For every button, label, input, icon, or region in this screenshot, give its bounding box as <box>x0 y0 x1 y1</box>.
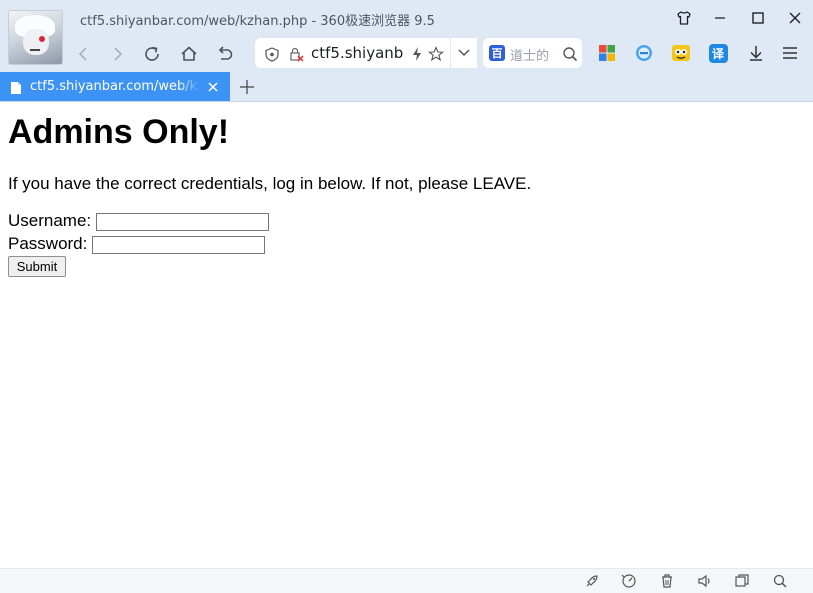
intro-text: If you have the correct credentials, log… <box>8 174 532 193</box>
speed-test-icon[interactable] <box>621 573 637 589</box>
tab-label: ctf5.shiyanbar.com/web/kzhan.php <box>30 79 198 94</box>
submit-button[interactable]: Submit <box>8 256 66 277</box>
password-field[interactable] <box>92 235 266 254</box>
document-icon <box>10 80 22 94</box>
user-avatar[interactable] <box>8 10 63 65</box>
username-label: Username: <box>8 211 92 230</box>
minimize-button[interactable] <box>707 7 733 29</box>
address-bar[interactable]: ctf5.shiyanb <box>255 38 475 68</box>
shield-icon[interactable] <box>264 46 280 62</box>
download-icon[interactable] <box>746 43 766 63</box>
skin-icon[interactable] <box>671 7 697 29</box>
lightning-icon[interactable] <box>409 46 425 62</box>
undo-close-button[interactable] <box>212 41 238 67</box>
page-heading: Admins Only! <box>8 113 230 151</box>
window-icon[interactable] <box>734 573 750 589</box>
new-tab-button[interactable] <box>238 78 256 96</box>
baidu-icon[interactable]: 百 <box>489 45 505 61</box>
username-row: Username: <box>8 211 269 231</box>
search-icon[interactable] <box>562 46 578 62</box>
password-label: Password: <box>8 234 88 253</box>
tab-close-icon[interactable] <box>206 79 220 93</box>
forward-button[interactable] <box>104 41 130 67</box>
zoom-icon[interactable] <box>772 573 788 589</box>
trash-icon[interactable] <box>659 573 675 589</box>
apps-grid-icon[interactable] <box>597 43 617 63</box>
password-row: Password: <box>8 234 266 254</box>
rocket-icon[interactable] <box>584 573 600 589</box>
home-button[interactable] <box>176 41 202 67</box>
username-field[interactable] <box>95 212 269 231</box>
cartoon-extension-icon[interactable] <box>671 43 691 63</box>
volume-icon[interactable] <box>697 573 713 589</box>
reload-button[interactable] <box>139 41 165 67</box>
search-input[interactable]: 道士的 <box>510 45 549 64</box>
page-content: Admins Only! <box>8 112 229 152</box>
window-title: ctf5.shiyanbar.com/web/kzhan.php - 360极速… <box>80 14 435 29</box>
search-box[interactable]: 百 道士的 <box>483 38 582 68</box>
close-window-button[interactable] <box>782 7 808 29</box>
ad-block-icon[interactable] <box>634 43 654 63</box>
status-bar <box>0 568 813 593</box>
back-button[interactable] <box>71 41 97 67</box>
tab-active[interactable]: ctf5.shiyanbar.com/web/kzhan.php <box>0 72 230 101</box>
insecure-lock-icon[interactable] <box>288 46 304 62</box>
tab-bar: ctf5.shiyanbar.com/web/kzhan.php <box>0 72 813 102</box>
star-icon[interactable] <box>428 46 444 62</box>
maximize-button[interactable] <box>745 7 771 29</box>
address-text[interactable]: ctf5.shiyanb <box>311 44 403 62</box>
address-dropdown-button[interactable] <box>450 38 477 68</box>
translate-icon[interactable]: 译 <box>708 43 728 63</box>
menu-icon[interactable] <box>780 43 800 63</box>
